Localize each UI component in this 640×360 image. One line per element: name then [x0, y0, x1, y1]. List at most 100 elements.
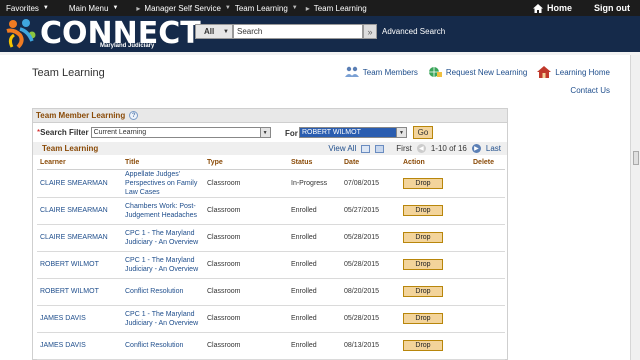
team-member-learning-panel: Team Member Learning ? * Search Filter C… — [32, 108, 508, 360]
chevron-down-icon: ▼ — [224, 5, 231, 11]
team-members-link[interactable]: Team Members — [344, 66, 418, 78]
favorites-menu[interactable]: Favorites ▼ — [0, 0, 55, 16]
table-row: JAMES DAVIS CPC 1 - The Maryland Judicia… — [37, 305, 505, 333]
delete-cell — [470, 197, 505, 225]
column-header-date: Date — [341, 157, 400, 170]
scrollbar-thumb[interactable] — [633, 151, 639, 165]
breadcrumb-item-manager-self-service[interactable]: Manager Self Service — [144, 4, 220, 13]
search-bar: All ▼ Search » Advanced Search — [195, 24, 445, 39]
search-filter-label: Search Filter — [40, 128, 89, 137]
favorites-label: Favorites — [6, 3, 39, 13]
breadcrumb-separator-icon: ▸ — [136, 3, 141, 13]
chevron-down-icon: ▼ — [42, 5, 49, 11]
type-cell: Classroom — [204, 332, 288, 360]
delete-cell — [470, 169, 505, 198]
first-link[interactable]: First — [396, 144, 412, 153]
learning-home-link[interactable]: Learning Home — [537, 66, 610, 78]
contact-us-link[interactable]: Contact Us — [570, 86, 610, 95]
type-cell: Classroom — [204, 305, 288, 333]
drop-button[interactable]: Drop — [403, 286, 443, 297]
table-row: ROBERT WILMOT Conflict Resolution Classr… — [37, 278, 505, 306]
action-cell: Drop — [400, 305, 470, 333]
search-filter-select[interactable]: Current Learning ▼ — [90, 127, 271, 138]
team-members-label: Team Members — [362, 67, 418, 77]
table-row: CLAIRE SMEARMAN Appellate Judges' Perspe… — [37, 169, 505, 198]
go-button[interactable]: Go — [413, 126, 433, 139]
page-scrollbar[interactable] — [630, 55, 640, 360]
search-filter-row: * Search Filter Current Learning ▼ — [37, 127, 271, 138]
status-cell: Enrolled — [288, 305, 341, 333]
action-cell: Drop — [400, 197, 470, 225]
next-arrow-icon[interactable]: ▶ — [471, 144, 481, 153]
download-grid-icon[interactable] — [375, 144, 385, 153]
course-title-link[interactable]: CPC 1 - The Maryland Judiciary - An Over… — [122, 224, 204, 252]
breadcrumb-item-current: Team Learning — [313, 3, 367, 13]
table-row: CLAIRE SMEARMAN CPC 1 - The Maryland Jud… — [37, 224, 505, 252]
breadcrumb-item-team-learning[interactable]: Team Learning — [235, 4, 288, 13]
learner-link[interactable]: CLAIRE SMEARMAN — [37, 197, 122, 225]
type-cell: Classroom — [204, 197, 288, 225]
advanced-search-link[interactable]: Advanced Search — [382, 27, 445, 36]
home-link[interactable]: Home — [527, 0, 578, 16]
date-cell: 05/28/2015 — [341, 224, 400, 252]
date-cell: 05/28/2015 — [341, 251, 400, 279]
previous-arrow-icon[interactable]: ◀ — [416, 144, 426, 153]
home-label: Home — [546, 3, 572, 13]
sign-out-label: Sign out — [594, 3, 630, 13]
delete-cell — [470, 305, 505, 333]
search-scope-select[interactable]: All ▼ — [195, 24, 233, 39]
delete-cell — [470, 251, 505, 279]
delete-cell — [470, 332, 505, 360]
course-title-link[interactable]: Chambers Work: Post-Judgement Headaches — [122, 197, 204, 225]
learner-link[interactable]: JAMES DAVIS — [37, 305, 122, 333]
learner-link[interactable]: CLAIRE SMEARMAN — [37, 169, 122, 198]
learner-link[interactable]: ROBERT WILMOT — [37, 278, 122, 306]
drop-button[interactable]: Drop — [403, 340, 443, 351]
type-cell: Classroom — [204, 251, 288, 279]
team-learning-table: Learner Title Type Status Date Action De… — [37, 157, 505, 360]
request-new-learning-link[interactable]: Request New Learning — [428, 66, 527, 78]
course-title-link[interactable]: Appellate Judges' Perspectives on Family… — [122, 169, 204, 198]
learner-link[interactable]: JAMES DAVIS — [37, 332, 122, 360]
course-title-link[interactable]: CPC 1 - The Maryland Judiciary - An Over… — [122, 251, 204, 279]
connect-logo-icon — [6, 19, 36, 49]
search-filter-value: Current Learning — [93, 129, 147, 136]
drop-button[interactable]: Drop — [403, 205, 443, 216]
last-link[interactable]: Last — [486, 144, 501, 153]
delete-cell — [470, 278, 505, 306]
learner-link[interactable]: ROBERT WILMOT — [37, 251, 122, 279]
date-cell: 07/08/2015 — [341, 169, 400, 198]
drop-button[interactable]: Drop — [403, 232, 443, 243]
action-cell: Drop — [400, 224, 470, 252]
drop-button[interactable]: Drop — [403, 177, 443, 189]
type-cell: Classroom — [204, 224, 288, 252]
page-title: Team Learning — [32, 67, 105, 79]
search-go-button[interactable]: » — [363, 24, 377, 39]
drop-button[interactable]: Drop — [403, 259, 443, 270]
action-cell: Drop — [400, 251, 470, 279]
learner-link[interactable]: CLAIRE SMEARMAN — [37, 224, 122, 252]
logo-subtitle: Maryland Judiciary — [100, 43, 155, 49]
view-all-link[interactable]: View All — [328, 144, 356, 153]
status-cell: Enrolled — [288, 197, 341, 225]
for-select[interactable]: ROBERT WILMOT ▼ — [299, 127, 407, 138]
main-menu[interactable]: Main Menu ▼ — [63, 0, 125, 16]
search-input[interactable]: Search — [233, 24, 363, 39]
table-row: ROBERT WILMOT CPC 1 - The Maryland Judic… — [37, 251, 505, 279]
type-cell: Classroom — [204, 278, 288, 306]
zoom-grid-icon[interactable] — [361, 144, 371, 153]
column-header-action: Action — [400, 157, 470, 170]
action-cell: Drop — [400, 278, 470, 306]
sign-out-link[interactable]: Sign out — [588, 0, 636, 16]
action-cell: Drop — [400, 332, 470, 360]
breadcrumb-separator-icon: ▸ — [305, 3, 310, 13]
course-title-link[interactable]: Conflict Resolution — [122, 332, 204, 360]
course-title-link[interactable]: Conflict Resolution — [122, 278, 204, 306]
help-icon[interactable]: ? — [129, 111, 139, 120]
action-cell: Drop — [400, 169, 470, 198]
drop-button[interactable]: Drop — [403, 313, 443, 324]
course-title-link[interactable]: CPC 1 - The Maryland Judiciary - An Over… — [122, 305, 204, 333]
search-placeholder: Search — [237, 27, 263, 36]
chevron-down-icon: ▼ — [396, 128, 406, 137]
type-cell: Classroom — [204, 169, 288, 198]
